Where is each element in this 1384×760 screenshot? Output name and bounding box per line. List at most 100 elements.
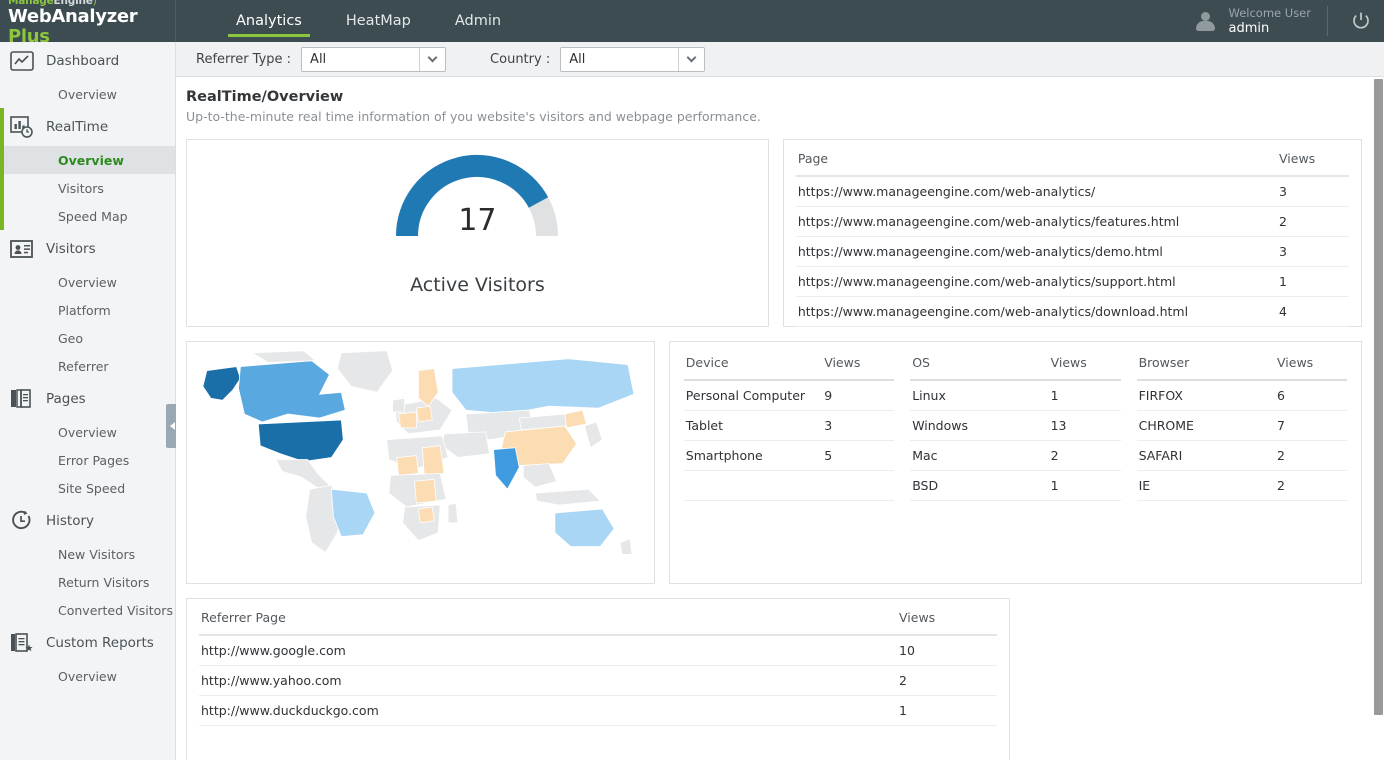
power-icon[interactable] (1344, 4, 1378, 38)
user-area: Welcome User admin (1193, 0, 1384, 42)
sidebar-item-error-pages[interactable]: Error Pages (0, 446, 175, 474)
sidebar-sublabel: Speed Map (58, 208, 128, 224)
sidebar-item-pages-overview[interactable]: Overview (0, 418, 175, 446)
sidebar-sublabel: Geo (58, 330, 84, 346)
scrollbar-thumb[interactable] (1374, 79, 1383, 715)
sidebar-sublabel: Visitors (58, 180, 104, 196)
sidebar-sublabel: Overview (58, 668, 117, 684)
table-row[interactable]: Personal Computer 9 (683, 380, 895, 411)
sidebar-group-custom-reports: Custom Reports Overview (0, 624, 175, 690)
cell-browser: CHROME (1136, 410, 1275, 441)
sidebar-item-realtime[interactable]: RealTime (0, 108, 175, 146)
sidebar-item-dashboard[interactable]: Dashboard (0, 42, 175, 80)
tab-admin[interactable]: Admin (433, 0, 523, 42)
sidebar-group-visitors: Visitors Overview Platform Geo Referrer (0, 230, 175, 380)
table-row[interactable]: https://www.manageengine.com/web-analyti… (795, 296, 1349, 327)
cell-views: 1 (1048, 380, 1121, 411)
id-card-icon (10, 239, 40, 259)
sidebar-group-pages: Pages Overview Error Pages Site Speed (0, 380, 175, 502)
report-star-icon (10, 632, 40, 654)
cell-browser: SAFARI (1136, 440, 1275, 471)
table-row[interactable]: http://www.yahoo.com 2 (199, 665, 997, 696)
sidebar-item-new-visitors[interactable]: New Visitors (0, 540, 175, 568)
sidebar-item-site-speed[interactable]: Site Speed (0, 474, 175, 502)
cell-referrer: http://www.duckduckgo.com (199, 695, 897, 726)
table-row-empty (683, 470, 895, 501)
gauge-label: Active Visitors (410, 274, 545, 296)
sidebar-sublabel: Error Pages (58, 452, 130, 468)
sidebar-item-realtime-visitors[interactable]: Visitors (0, 174, 175, 202)
sidebar-item-visitors-overview[interactable]: Overview (0, 268, 175, 296)
browser-table: Browser Views FIRFOX 6 CHROME 7 SAFARI 2 IE… (1136, 342, 1347, 501)
table-row[interactable]: SAFARI 2 (1136, 440, 1347, 471)
cell-views: 1 (1277, 266, 1349, 297)
os-table: OS Views Linux 1 Windows 13 Mac 2 BSD 1 (910, 342, 1121, 501)
table-row[interactable]: CHROME 7 (1136, 410, 1347, 441)
table-row[interactable]: Mac 2 (910, 440, 1121, 471)
sidebar-sublabel: Overview (58, 274, 117, 290)
page-subtitle: Up-to-the-minute real time information o… (186, 109, 761, 124)
cell-empty (822, 470, 895, 501)
referrer-type-select[interactable]: All (301, 46, 447, 72)
table-row[interactable]: https://www.manageengine.com/web-analyti… (795, 206, 1349, 237)
header-divider (1327, 6, 1328, 36)
gauge-value: 17 (458, 203, 497, 238)
cell-referrer: http://www.yahoo.com (199, 665, 897, 696)
table-row[interactable]: https://www.manageengine.com/web-analyti… (795, 266, 1349, 297)
cell-views: 3 (1277, 176, 1349, 207)
top-header-bar: ManageEngine) WebAnalyzer Plus Analytics… (0, 0, 1384, 47)
sidebar-item-visitors[interactable]: Visitors (0, 230, 175, 268)
table-row[interactable]: BSD 1 (910, 470, 1121, 501)
top-pages-table: Page Views https://www.manageengine.com/… (795, 140, 1349, 327)
cell-device: Tablet (683, 410, 823, 441)
cell-browser: IE (1136, 470, 1275, 501)
map-region-niger (396, 455, 419, 476)
sidebar-item-return-visitors[interactable]: Return Visitors (0, 568, 175, 596)
cell-views: 1 (1048, 470, 1121, 501)
tab-analytics[interactable]: Analytics (214, 0, 324, 42)
table-header-row: Browser Views (1136, 342, 1347, 381)
sidebar-item-realtime-speed-map[interactable]: Speed Map (0, 202, 175, 230)
row-map-stats: Device Views Personal Computer 9 Tablet 3 … (186, 341, 1362, 584)
cell-page: https://www.manageengine.com/web-analyti… (795, 206, 1277, 237)
table-row[interactable]: Windows 13 (910, 410, 1121, 441)
sidebar-item-dashboard-overview[interactable]: Overview (0, 80, 175, 108)
cell-views: 2 (897, 665, 997, 696)
sidebar-item-custom-reports[interactable]: Custom Reports (0, 624, 175, 662)
table-row[interactable]: Linux 1 (910, 380, 1121, 411)
cell-views: 2 (1275, 440, 1347, 471)
sidebar-item-pages[interactable]: Pages (0, 380, 175, 418)
sidebar-label-dashboard: Dashboard (46, 53, 120, 69)
country-select[interactable]: All (560, 46, 706, 72)
table-row[interactable]: http://www.google.com 10 (199, 635, 997, 666)
sidebar-item-converted-visitors[interactable]: Converted Visitors (0, 596, 175, 624)
sidebar-item-visitors-referrer[interactable]: Referrer (0, 352, 175, 380)
sidebar-item-custom-reports-overview[interactable]: Overview (0, 662, 175, 690)
referrer-table: Referrer Page Views http://www.google.co… (199, 599, 997, 726)
country-label: Country : (490, 51, 551, 67)
col-views: Views (822, 342, 895, 381)
table-row[interactable]: Tablet 3 (683, 410, 895, 441)
dashboard-chart-icon (10, 51, 40, 71)
table-row[interactable]: FIRFOX 6 (1136, 380, 1347, 411)
world-map[interactable] (193, 348, 648, 577)
browser-table-wrap: Browser Views FIRFOX 6 CHROME 7 SAFARI 2 IE… (1136, 342, 1347, 583)
sidebar-item-visitors-geo[interactable]: Geo (0, 324, 175, 352)
table-row[interactable]: IE 2 (1136, 470, 1347, 501)
vertical-scrollbar[interactable] (1373, 77, 1384, 760)
sidebar-item-realtime-overview[interactable]: Overview (0, 146, 175, 174)
table-row[interactable]: https://www.manageengine.com/web-analyti… (795, 176, 1349, 207)
cell-views: 2 (1277, 206, 1349, 237)
sidebar-item-visitors-platform[interactable]: Platform (0, 296, 175, 324)
cell-views: 3 (1277, 236, 1349, 267)
cell-browser: FIRFOX (1136, 380, 1275, 411)
cell-page: https://www.manageengine.com/web-analyti… (795, 296, 1277, 327)
table-header-row: Referrer Page Views (199, 599, 997, 636)
sidebar-item-history[interactable]: History (0, 502, 175, 540)
table-row[interactable]: http://www.duckduckgo.com 1 (199, 695, 997, 726)
tab-heatmap[interactable]: HeatMap (324, 0, 433, 42)
cell-views: 4 (1277, 296, 1349, 327)
cell-views: 13 (1048, 410, 1121, 441)
table-row[interactable]: https://www.manageengine.com/web-analyti… (795, 236, 1349, 267)
table-row[interactable]: Smartphone 5 (683, 440, 895, 471)
